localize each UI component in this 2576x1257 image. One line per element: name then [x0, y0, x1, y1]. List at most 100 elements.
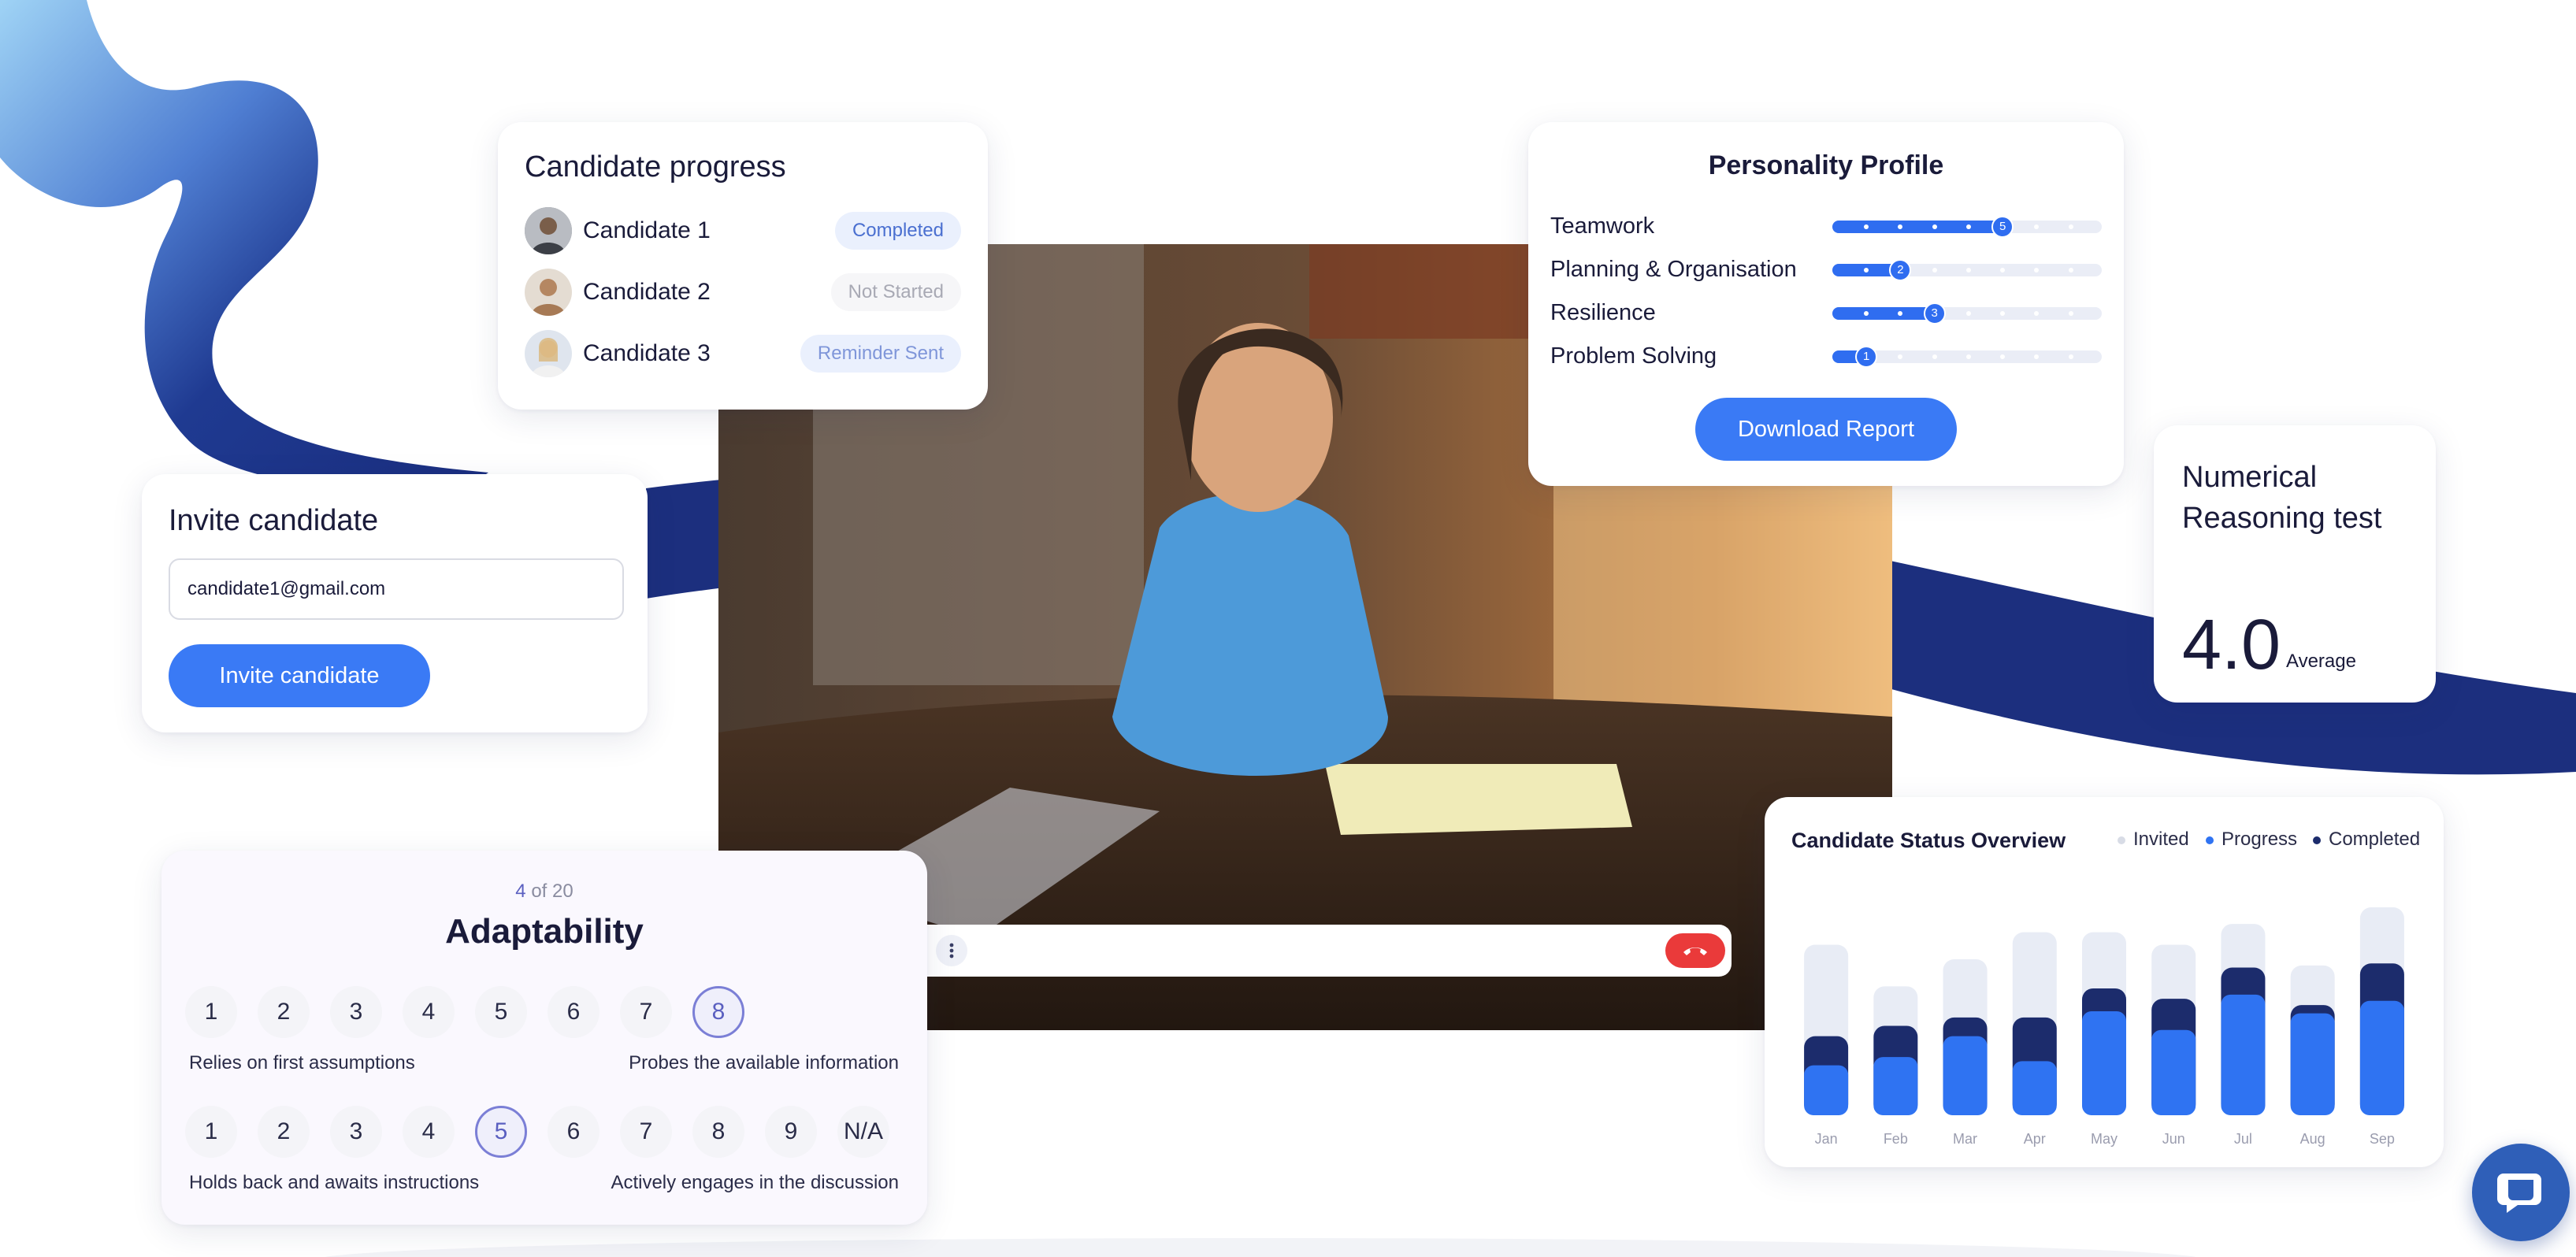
- trait-slider-tick: [1965, 354, 1971, 359]
- bar-progress: [2151, 1029, 2196, 1115]
- x-tick-label: Jun: [2162, 1131, 2185, 1147]
- x-tick-label: May: [2091, 1131, 2118, 1147]
- bar-progress: [1873, 1057, 1918, 1115]
- trait-slider-tick: [1932, 267, 1937, 273]
- trait-list: Teamwork 5 Planning & Organisation 2 Resilie…: [1550, 205, 2102, 378]
- status-badge: Reminder Sent: [800, 335, 961, 373]
- rating-option[interactable]: 5: [475, 986, 527, 1038]
- adaptability-question-card: 4 of 20 Adaptability 12345678 Relies on …: [161, 851, 927, 1225]
- rating-option[interactable]: 3: [330, 986, 382, 1038]
- trait-row: Resilience 3: [1550, 291, 2102, 335]
- trait-slider-tick: [1965, 267, 1971, 273]
- candidate-name: Candidate 2: [583, 279, 711, 305]
- scale2-left-label: Holds back and awaits instructions: [189, 1172, 480, 1193]
- trait-slider-tick: [2068, 224, 2073, 229]
- trait-slider-tick: [2000, 267, 2006, 273]
- scale1-right-label: Probes the available information: [629, 1052, 899, 1073]
- trait-slider-knob[interactable]: 2: [1889, 258, 1912, 281]
- top-left-ribbon: [0, 0, 488, 504]
- trait-slider-knob[interactable]: 1: [1855, 345, 1878, 368]
- rating-option[interactable]: 5: [475, 1106, 527, 1158]
- competency-title: Adaptability: [445, 912, 644, 951]
- numerical-reasoning-card: Numerical Reasoning test 4.0 Average: [2154, 425, 2436, 703]
- question-counter: 4 of 20: [161, 881, 927, 903]
- x-tick-label: Sep: [2370, 1131, 2395, 1147]
- trait-slider-tick: [1864, 267, 1869, 273]
- rating-option[interactable]: 2: [258, 1106, 310, 1158]
- trait-slider-tick: [2034, 354, 2040, 359]
- bar-progress: [2012, 1061, 2057, 1115]
- rating-option[interactable]: 6: [547, 986, 599, 1038]
- trait-label: Problem Solving: [1550, 343, 1717, 369]
- rating-option[interactable]: N/A: [837, 1106, 889, 1158]
- avatar-image: [525, 207, 572, 254]
- candidate-status-chart-card: Candidate Status Overview Invited Progre…: [1765, 797, 2444, 1167]
- more-options-button[interactable]: [936, 935, 967, 966]
- numerical-title-line2: Reasoning test: [2182, 502, 2382, 535]
- trait-slider[interactable]: 5: [1832, 215, 2102, 238]
- trait-slider-tick: [1932, 354, 1937, 359]
- counter-total: of 20: [525, 881, 573, 902]
- candidate-row[interactable]: Candidate 3 Reminder Sent: [525, 323, 961, 384]
- numerical-title: Numerical Reasoning test: [2182, 457, 2407, 539]
- numerical-title-line1: Numerical: [2182, 461, 2318, 494]
- chart-plot: Jan Feb Mar Apr May Jun Jul Aug Sep: [1804, 907, 2404, 1147]
- rating-option[interactable]: 4: [403, 1106, 455, 1158]
- download-report-button[interactable]: Download Report: [1695, 398, 1957, 461]
- invite-candidate-card: Invite candidate Invite candidate: [142, 474, 648, 732]
- trait-slider-tick: [1932, 224, 1937, 229]
- trait-row: Teamwork 5: [1550, 205, 2102, 248]
- candidate-row[interactable]: Candidate 1 Completed: [525, 200, 961, 261]
- scale2-right-label: Actively engages in the discussion: [611, 1172, 899, 1193]
- trait-slider-fill: [1832, 220, 2013, 233]
- rating-option[interactable]: 6: [547, 1106, 599, 1158]
- trait-slider-tick: [2068, 267, 2073, 273]
- trait-row: Planning & Organisation 2: [1550, 248, 2102, 291]
- rating-option[interactable]: 3: [330, 1106, 382, 1158]
- trait-slider[interactable]: 1: [1832, 345, 2102, 368]
- rating-option[interactable]: 2: [258, 986, 310, 1038]
- trait-slider[interactable]: 2: [1832, 258, 2102, 281]
- rating-option[interactable]: 4: [403, 986, 455, 1038]
- average-label: Average: [2286, 651, 2356, 672]
- avatar: [525, 330, 572, 377]
- trait-slider-tick: [2000, 354, 2006, 359]
- scale1-left-label: Relies on first assumptions: [189, 1052, 415, 1073]
- counter-current: 4: [515, 881, 526, 902]
- trait-row: Problem Solving 1: [1550, 335, 2102, 378]
- x-tick-label: Aug: [2300, 1131, 2325, 1147]
- rating-option[interactable]: 8: [692, 986, 744, 1038]
- status-badge: Completed: [834, 212, 961, 250]
- trait-slider-tick: [2034, 224, 2040, 229]
- personality-profile-card: Personality Profile Teamwork 5 Planning & …: [1528, 122, 2124, 486]
- trait-label: Teamwork: [1550, 213, 1655, 239]
- rating-option[interactable]: 8: [692, 1106, 744, 1158]
- trait-slider[interactable]: 3: [1832, 302, 2102, 324]
- status-badge: Not Started: [830, 273, 961, 311]
- soft-shadow: [325, 1238, 2196, 1257]
- average-score: 4.0: [2182, 606, 2281, 684]
- email-field[interactable]: [169, 558, 624, 620]
- personality-profile-title: Personality Profile: [1708, 150, 1944, 180]
- chat-support-button[interactable]: [2472, 1144, 2570, 1241]
- x-tick-label: Jan: [1815, 1131, 1838, 1147]
- rating-option[interactable]: 7: [620, 986, 672, 1038]
- x-tick-label: Jul: [2234, 1131, 2252, 1147]
- rating-option[interactable]: 1: [185, 1106, 237, 1158]
- trait-slider-knob[interactable]: 3: [1923, 302, 1946, 324]
- end-call-button[interactable]: [1665, 933, 1725, 968]
- trait-slider-tick: [2034, 267, 2040, 273]
- trait-slider-tick: [1898, 310, 1903, 316]
- rating-option[interactable]: 9: [765, 1106, 817, 1158]
- avatar: [525, 269, 572, 316]
- candidate-progress-card: Candidate progress Candidate 1 Completed…: [498, 122, 988, 410]
- invite-candidate-button[interactable]: Invite candidate: [169, 644, 430, 707]
- rating-option[interactable]: 1: [185, 986, 237, 1038]
- candidate-row[interactable]: Candidate 2 Not Started: [525, 261, 961, 323]
- trait-slider-knob[interactable]: 5: [1991, 215, 2014, 238]
- bar-progress: [1804, 1065, 1849, 1115]
- invite-title: Invite candidate: [169, 504, 379, 537]
- rating-option[interactable]: 7: [620, 1106, 672, 1158]
- trait-slider-tick: [2068, 354, 2073, 359]
- bar-progress: [2359, 1000, 2404, 1115]
